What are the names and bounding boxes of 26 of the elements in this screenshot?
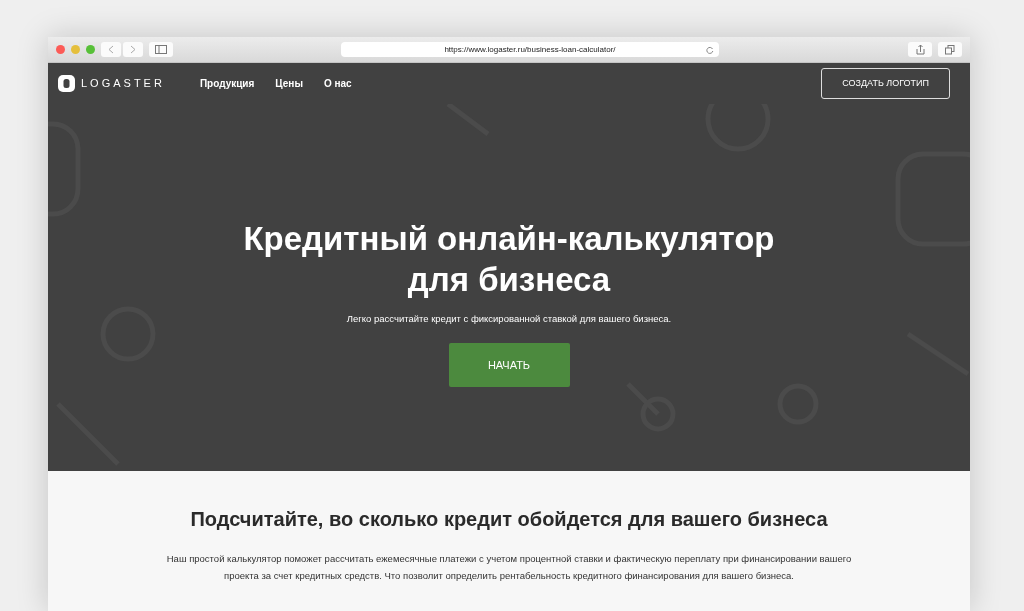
close-window-icon[interactable] xyxy=(56,45,65,54)
nav-link[interactable]: О нас xyxy=(323,76,352,91)
nav-link[interactable]: Цены xyxy=(275,76,303,91)
tabs-icon xyxy=(945,44,955,55)
share-icon xyxy=(915,44,925,55)
sidebar-icon xyxy=(155,45,167,54)
logo-icon xyxy=(58,75,75,92)
minimize-window-icon[interactable] xyxy=(71,45,80,54)
forward-button[interactable] xyxy=(123,42,143,57)
reload-icon[interactable] xyxy=(706,45,714,54)
section-description: Наш простой калькулятор поможет рассчитать ежемесячные платежи с учетом процентной ставки и фактическую переплату при финансировании вашего проекта за счет кредитных средств. Что позволит определить рентабельность кредитного финансирования для вашего бизнеса. xyxy=(165,552,853,583)
back-button[interactable] xyxy=(101,42,121,57)
chevron-right-icon xyxy=(130,45,136,54)
nav-link[interactable]: Продукция xyxy=(199,76,255,91)
maximize-window-icon[interactable] xyxy=(86,45,95,54)
sidebar-toggle-button[interactable] xyxy=(149,42,173,57)
chevron-left-icon xyxy=(108,45,114,54)
start-button[interactable]: НАЧАТЬ xyxy=(448,343,570,388)
hero-title: Кредитный онлайн-калькулятор для бизнеса xyxy=(242,218,776,300)
hero-subtitle: Легко рассчитайте кредит с фиксированной ставкой для вашего бизнеса. xyxy=(346,312,672,327)
section-heading: Подсчитайте, во сколько кредит обойдется для вашего бизнеса xyxy=(189,507,829,531)
logo-text[interactable]: LOGASTER xyxy=(81,75,165,92)
share-button[interactable] xyxy=(908,42,932,57)
tabs-button[interactable] xyxy=(938,42,962,57)
create-logo-button[interactable]: СОЗДАТЬ ЛОГОТИП xyxy=(821,67,950,100)
address-bar[interactable]: https://www.logaster.ru/business-loan-calculator/ xyxy=(341,42,719,57)
